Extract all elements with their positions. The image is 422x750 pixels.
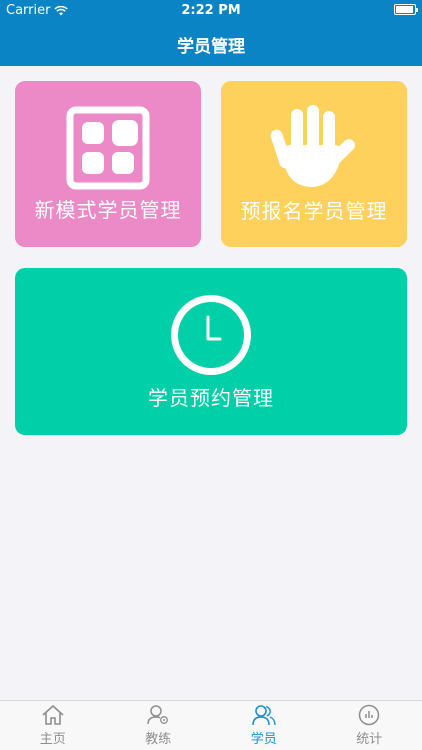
tab-student[interactable]: 学员 — [211, 701, 317, 750]
tab-label: 主页 — [39, 732, 66, 747]
hand-icon — [270, 104, 355, 187]
page-title: 学员管理 — [177, 36, 245, 57]
tile-label: 学员预约管理 — [148, 386, 274, 410]
home-icon — [42, 705, 64, 725]
nav-bar: 学员管理 — [0, 22, 422, 66]
status-bar: Carrier 2:22 PM — [0, 0, 422, 22]
new-mode-student-management-button[interactable]: 新模式学员管理 — [15, 81, 201, 247]
tab-home[interactable]: 主页 — [0, 701, 106, 750]
battery-icon — [394, 4, 418, 15]
status-time: 2:22 PM — [181, 3, 241, 18]
student-appointment-management-button[interactable]: 学员预约管理 — [15, 268, 407, 435]
clock-icon — [171, 295, 251, 375]
tile-label: 新模式学员管理 — [34, 197, 182, 222]
tab-stats[interactable]: 统计 — [317, 701, 422, 750]
tab-bar: 主页 教练 学员 统计 — [0, 700, 422, 750]
stats-icon — [359, 704, 380, 726]
tab-label: 统计 — [356, 732, 383, 747]
pre-registration-student-management-button[interactable]: 预报名学员管理 — [221, 81, 407, 247]
student-icon — [251, 705, 276, 726]
tab-label: 学员 — [250, 732, 277, 747]
coach-icon — [147, 705, 169, 725]
tab-coach[interactable]: 教练 — [106, 701, 212, 750]
grid-icon — [66, 106, 150, 189]
tile-label: 预报名学员管理 — [240, 198, 388, 223]
tab-label: 教练 — [145, 732, 172, 747]
